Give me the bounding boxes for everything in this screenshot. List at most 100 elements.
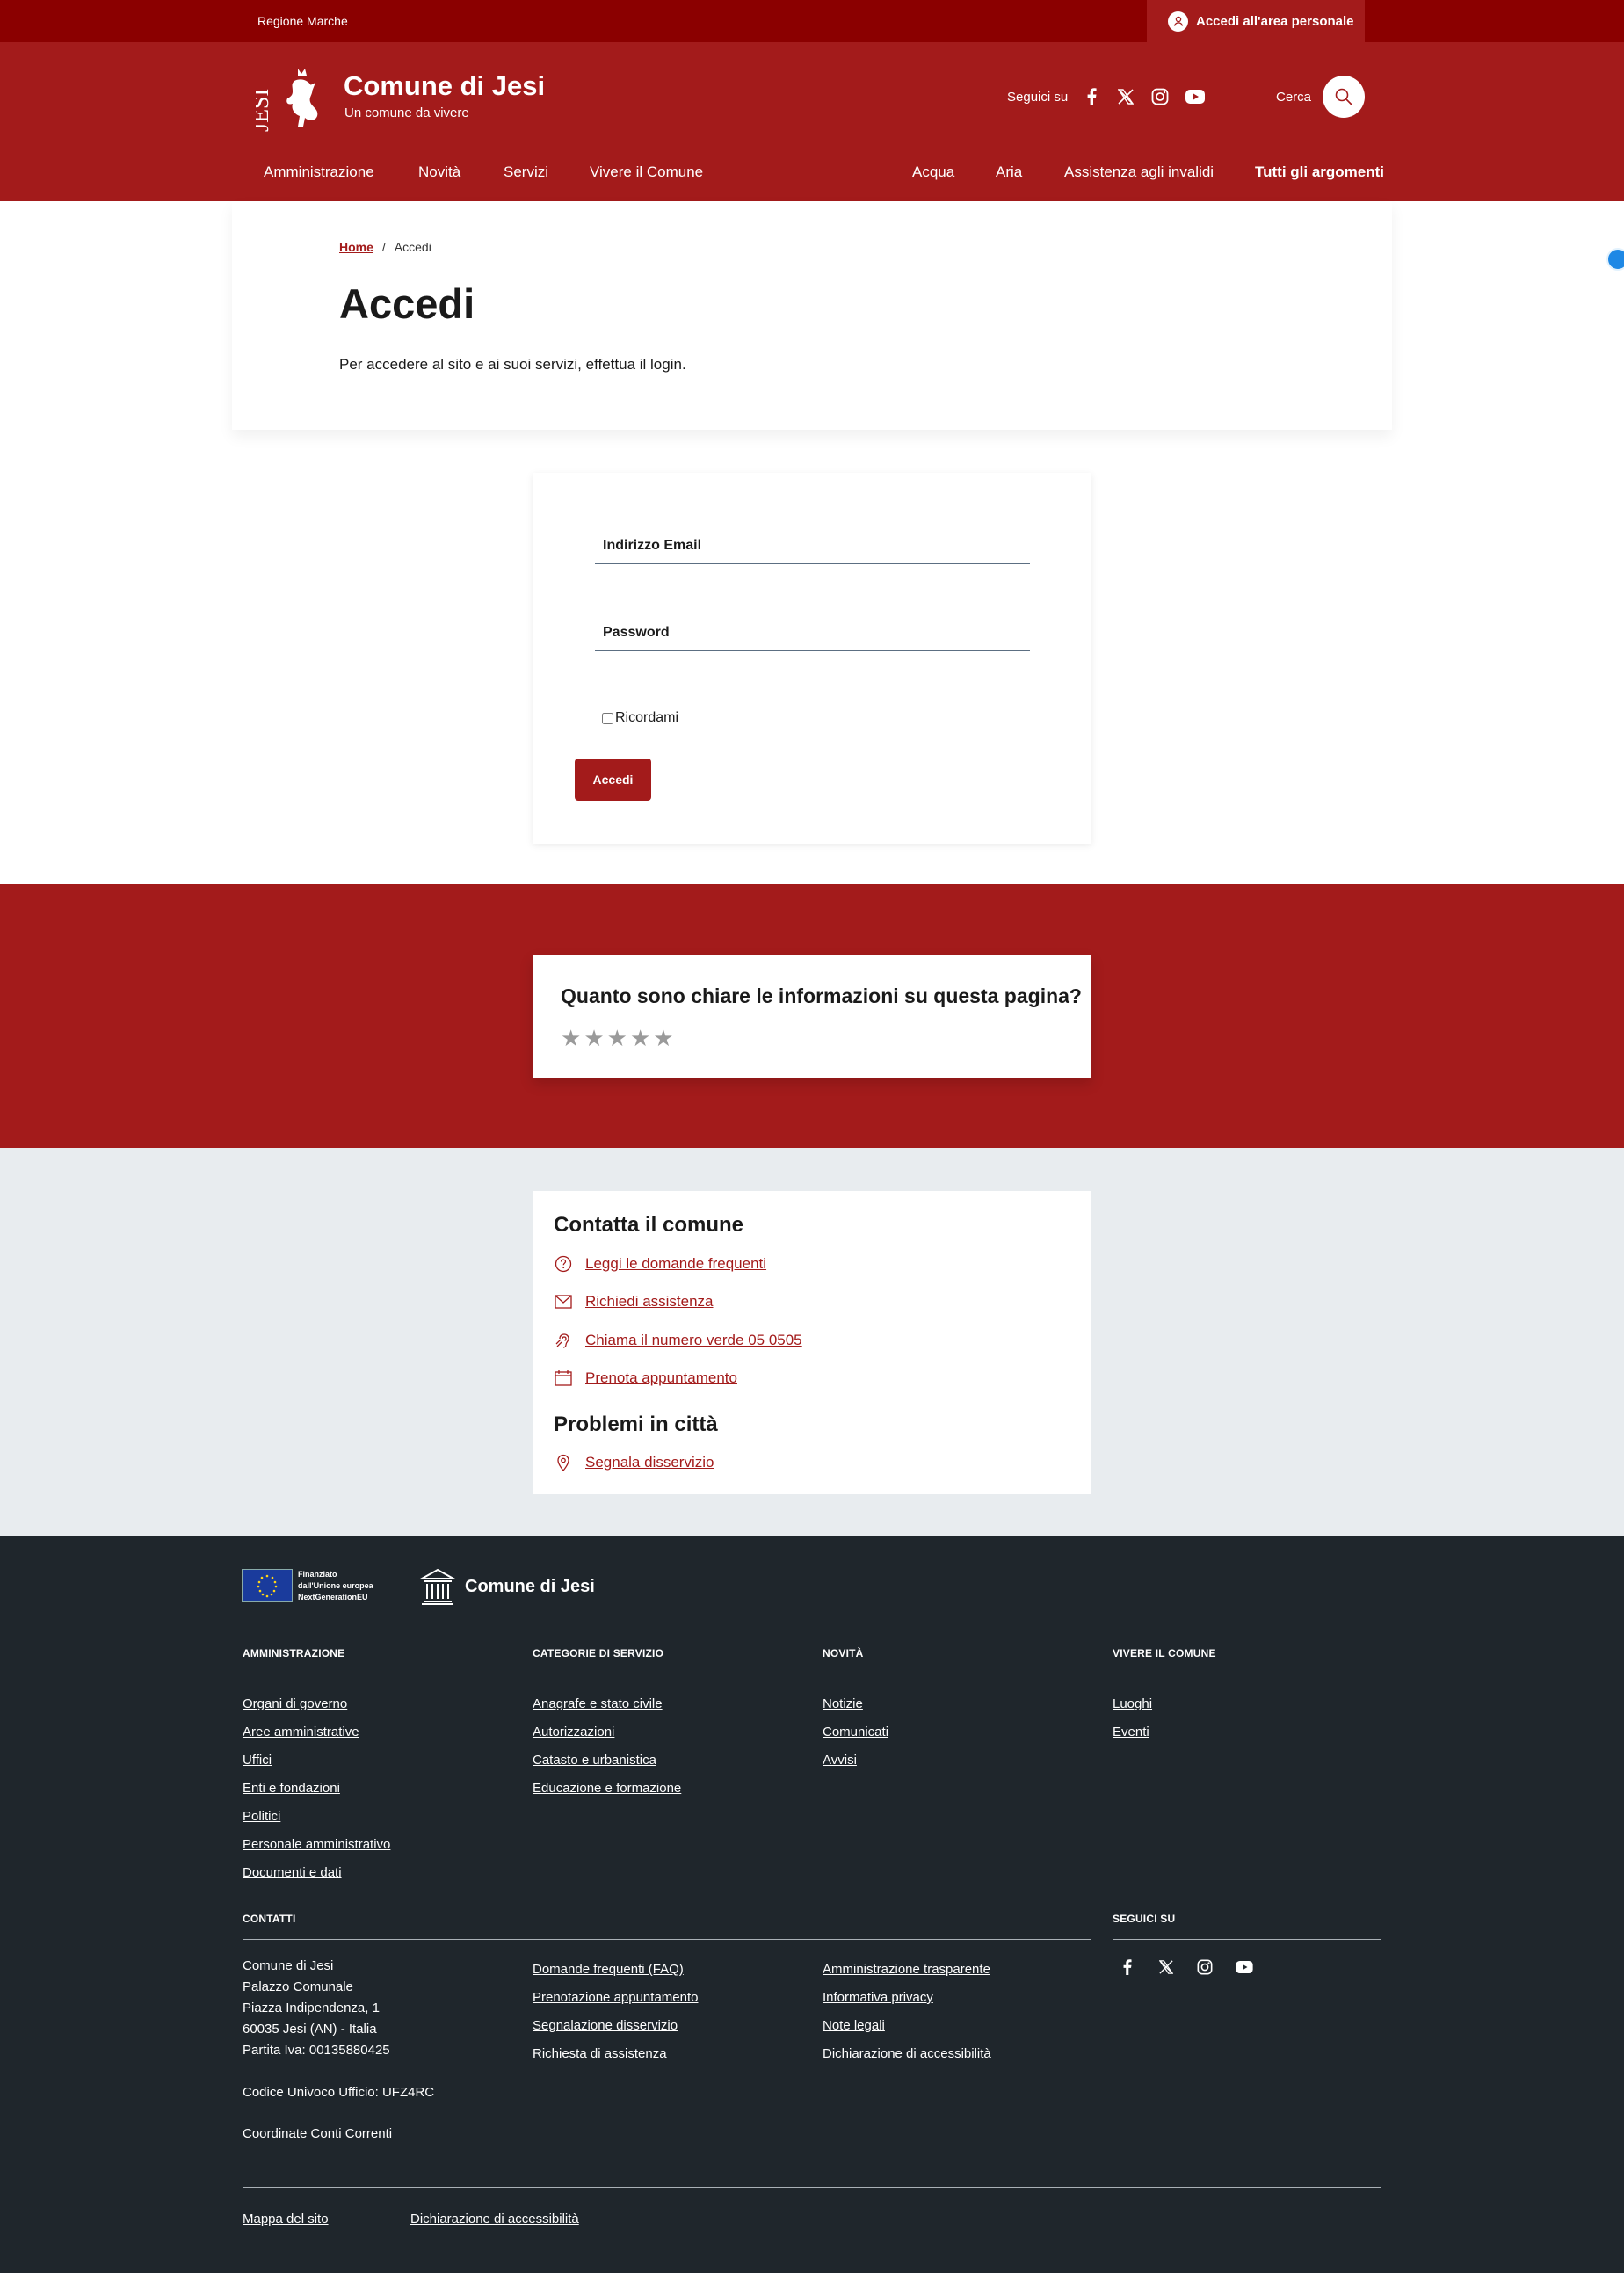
remember-me-option[interactable]: Ricordami [602,710,678,726]
address-line: 60035 Jesi (AN) - Italia [243,2022,377,2037]
book-appointment-link[interactable]: Prenota appuntamento [554,1369,737,1388]
sitemap-link[interactable]: Mappa del sito [243,2211,329,2226]
call-toll-free-label: Chiama il numero verde 05 0505 [585,1332,802,1348]
footer-link[interactable]: Personale amministrativo [243,1837,390,1852]
footer-link[interactable]: Notizie [823,1696,863,1711]
faq-link[interactable]: Leggi le domande frequenti [554,1254,766,1274]
login-submit-button[interactable]: Accedi [575,759,651,801]
footer-link[interactable]: Amministrazione trasparente [823,1962,990,1977]
footer-link[interactable]: Dichiarazione di accessibilità [823,2046,991,2061]
eu-flag-logo [242,1569,293,1602]
password-field[interactable]: Password [595,623,1030,651]
address-line: Piazza Indipendenza, 1 [243,2001,380,2015]
footer-link[interactable]: Politici [243,1809,280,1824]
assistance-link[interactable]: Richiedi assistenza [554,1292,714,1311]
footer-link[interactable]: Uffici [243,1753,272,1768]
footer-link[interactable]: Comunicati [823,1725,888,1739]
accessibility-widget-icon[interactable] [1606,248,1624,271]
footer-divider [1113,1939,1381,1940]
footer-site-name[interactable]: Comune di Jesi [465,1577,595,1597]
footer-link[interactable]: Organi di governo [243,1696,347,1711]
footer-link[interactable]: Avvisi [823,1753,857,1768]
x-icon[interactable] [1155,1956,1178,1979]
footer-link[interactable]: Eventi [1113,1725,1149,1739]
nav-all-topics[interactable]: Tutti gli argomenti [1255,163,1384,181]
search-label: Cerca [1276,90,1312,105]
footer-link[interactable]: Catasto e urbanistica [533,1753,656,1768]
assistance-link-label: Richiedi assistenza [585,1293,714,1310]
star-icon[interactable]: ★ [561,1025,581,1052]
hearing-icon [554,1331,573,1350]
nav-novita[interactable]: Novità [418,163,460,181]
footer-link[interactable]: Prenotazione appuntamento [533,1990,698,2005]
footer-link[interactable]: Aree amministrative [243,1725,359,1739]
region-link[interactable]: Regione Marche [257,14,348,28]
remember-me-checkbox[interactable] [602,712,613,724]
nav-amministrazione[interactable]: Amministrazione [264,163,374,181]
bank-accounts-link[interactable]: Coordinate Conti Correnti [243,2126,392,2141]
star-rating[interactable]: ★ ★ ★ ★ ★ [561,1025,674,1052]
nav-topic-acqua[interactable]: Acqua [912,163,954,181]
password-input[interactable] [595,623,1030,650]
rating-question: Quanto sono chiare le informazioni su qu… [561,984,1082,1007]
remember-me-label: Ricordami [615,710,679,725]
footer-link[interactable]: Note legali [823,2018,885,2033]
breadcrumb-current: Accedi [394,240,431,254]
footer-heading-novita: NOVITÀ [823,1647,864,1659]
report-issue-link[interactable]: Segnala disservizio [554,1453,714,1472]
nav-vivere-il-comune[interactable]: Vivere il Comune [590,163,703,181]
footer-heading-categorie: CATEGORIE DI SERVIZIO [533,1647,664,1659]
logo-text: JESI [256,89,273,132]
facebook-icon[interactable] [1079,84,1104,109]
breadcrumb-home-link[interactable]: Home [339,240,373,254]
footer-link[interactable]: Documenti e dati [243,1865,342,1880]
personal-area-login-button[interactable]: Accedi all'area personale [1147,0,1365,42]
footer-link[interactable]: Richiesta di assistenza [533,2046,667,2061]
nav-topic-assistenza-invalidi[interactable]: Assistenza agli invalidi [1064,163,1214,181]
rating-card [533,955,1091,1078]
footer-heading-follow: SEGUICI SU [1113,1913,1176,1925]
page-description: Per accedere al sito e ai suoi servizi, … [339,356,686,373]
nav-topic-aria[interactable]: Aria [996,163,1022,181]
footer-link[interactable]: Anagrafe e stato civile [533,1696,663,1711]
search-button[interactable] [1323,76,1365,118]
footer-heading-contatti: CONTATTI [243,1913,296,1925]
address-line: Palazzo Comunale [243,1979,353,1994]
youtube-icon[interactable] [1183,84,1207,109]
contacts-title: Contatta il comune [554,1213,744,1237]
town-hall-icon [420,1568,455,1605]
instagram-icon[interactable] [1148,84,1172,109]
personal-area-login-label: Accedi all'area personale [1196,13,1354,29]
youtube-icon[interactable] [1233,1956,1256,1979]
footer-link[interactable]: Autorizzazioni [533,1725,614,1739]
facebook-icon[interactable] [1115,1956,1138,1979]
eu-funding-text: Finanziato dall'Unione europea NextGener… [298,1570,373,1601]
email-field[interactable]: Indirizzo Email [595,536,1030,564]
x-icon[interactable] [1113,84,1138,109]
footer-heading-amministrazione: AMMINISTRAZIONE [243,1647,345,1659]
user-icon [1168,11,1188,32]
star-icon[interactable]: ★ [584,1025,604,1052]
city-crest-logo[interactable]: JESI [256,62,330,135]
email-input[interactable] [595,536,1030,563]
help-circle-icon [554,1254,573,1274]
star-icon[interactable]: ★ [653,1025,673,1052]
address-line: Comune di Jesi [243,1958,334,1973]
nav-servizi[interactable]: Servizi [504,163,548,181]
footer-link[interactable]: Informativa privacy [823,1990,933,2005]
calendar-icon [554,1369,573,1388]
accessibility-statement-link[interactable]: Dichiarazione di accessibilità [410,2211,579,2226]
footer-link[interactable]: Domande frequenti (FAQ) [533,1962,684,1977]
site-title[interactable]: Comune di Jesi [344,70,545,102]
instagram-icon[interactable] [1193,1956,1216,1979]
mail-icon [554,1292,573,1311]
star-icon[interactable]: ★ [630,1025,650,1052]
book-appointment-label: Prenota appuntamento [585,1369,737,1386]
star-icon[interactable]: ★ [607,1025,627,1052]
footer-link[interactable]: Enti e fondazioni [243,1781,340,1796]
footer-link[interactable]: Luoghi [1113,1696,1152,1711]
footer-link[interactable]: Segnalazione disservizio [533,2018,678,2033]
faq-link-label: Leggi le domande frequenti [585,1255,767,1272]
footer-link[interactable]: Educazione e formazione [533,1781,681,1796]
call-toll-free-link[interactable]: Chiama il numero verde 05 0505 [554,1331,802,1350]
